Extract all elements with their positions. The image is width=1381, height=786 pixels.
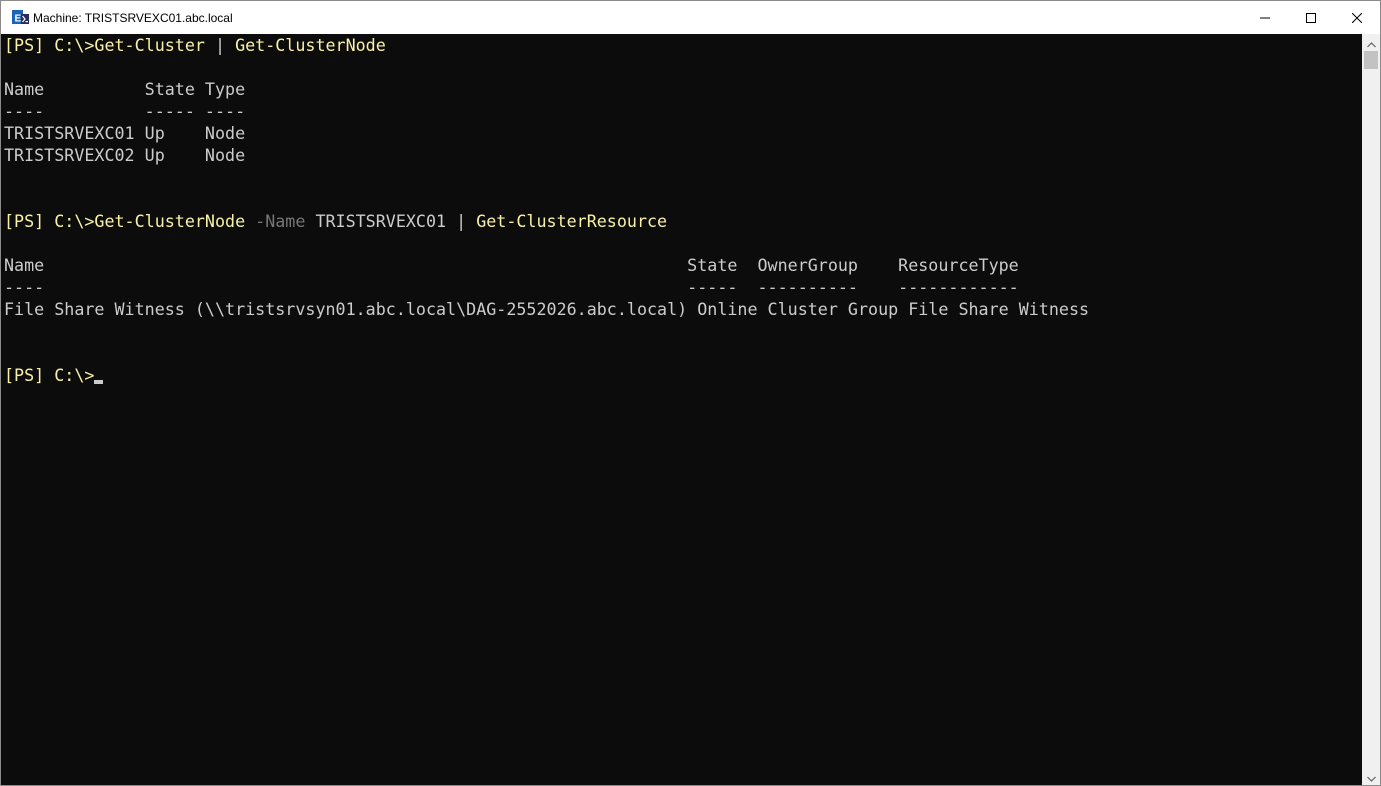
output-separator: ---- ----- ---------- ------------ [4,277,1019,297]
pipe-operator: | [446,211,477,231]
title-bar[interactable]: E Machine: TRISTSRVEXC01.abc.local [1,1,1380,34]
output-header: Name State OwnerGroup ResourceType [4,255,1019,275]
output-header: Name State Type [4,79,246,99]
command-get-clusternode: Get-ClusterNode [94,211,246,231]
output-separator: ---- ----- ---- [4,101,246,121]
command-get-cluster: Get-Cluster [94,35,205,55]
command-get-clusterresource: Get-ClusterResource [476,211,668,231]
scrollbar-thumb[interactable] [1364,51,1378,69]
svg-text:E: E [15,14,22,25]
exchange-management-shell-icon: E [12,10,29,25]
text-cursor [94,380,104,384]
console-output[interactable]: [PS] C:\>Get-Cluster | Get-ClusterNode N… [1,34,1362,785]
prompt: [PS] C:\> [4,35,95,55]
command-line-3: [PS] C:\> [4,364,104,386]
output-row: File Share Witness (\\tristsrvsyn01.abc.… [4,299,1090,319]
maximize-icon [1306,8,1316,27]
parameter-name: -Name [245,211,306,231]
window-title: Machine: TRISTSRVEXC01.abc.local [33,11,233,25]
scroll-up-button[interactable] [1362,34,1380,51]
vertical-scrollbar[interactable] [1362,34,1380,785]
command-get-clusternode: Get-ClusterNode [235,35,386,55]
prompt: [PS] C:\> [4,365,95,385]
minimize-button[interactable] [1242,1,1288,34]
command-line-2: [PS] C:\>Get-ClusterNode -Name TRISTSRVE… [4,210,667,232]
maximize-button[interactable] [1288,1,1334,34]
close-button[interactable] [1334,1,1380,34]
powershell-window: E Machine: TRISTSRVEXC01.abc.local [PS] … [0,0,1381,786]
prompt: [PS] C:\> [4,211,95,231]
chevron-up-icon [1366,33,1376,52]
pipe-operator: | [204,35,236,55]
scroll-down-button[interactable] [1362,768,1380,785]
close-icon [1351,8,1363,27]
command-line-1: [PS] C:\>Get-Cluster | Get-ClusterNode [4,34,386,56]
output-row: TRISTSRVEXC01 Up Node [4,123,246,143]
parameter-value: TRISTSRVEXC01 [305,211,447,231]
minimize-icon [1260,8,1270,27]
chevron-down-icon [1366,767,1376,785]
output-row: TRISTSRVEXC02 Up Node [4,145,246,165]
